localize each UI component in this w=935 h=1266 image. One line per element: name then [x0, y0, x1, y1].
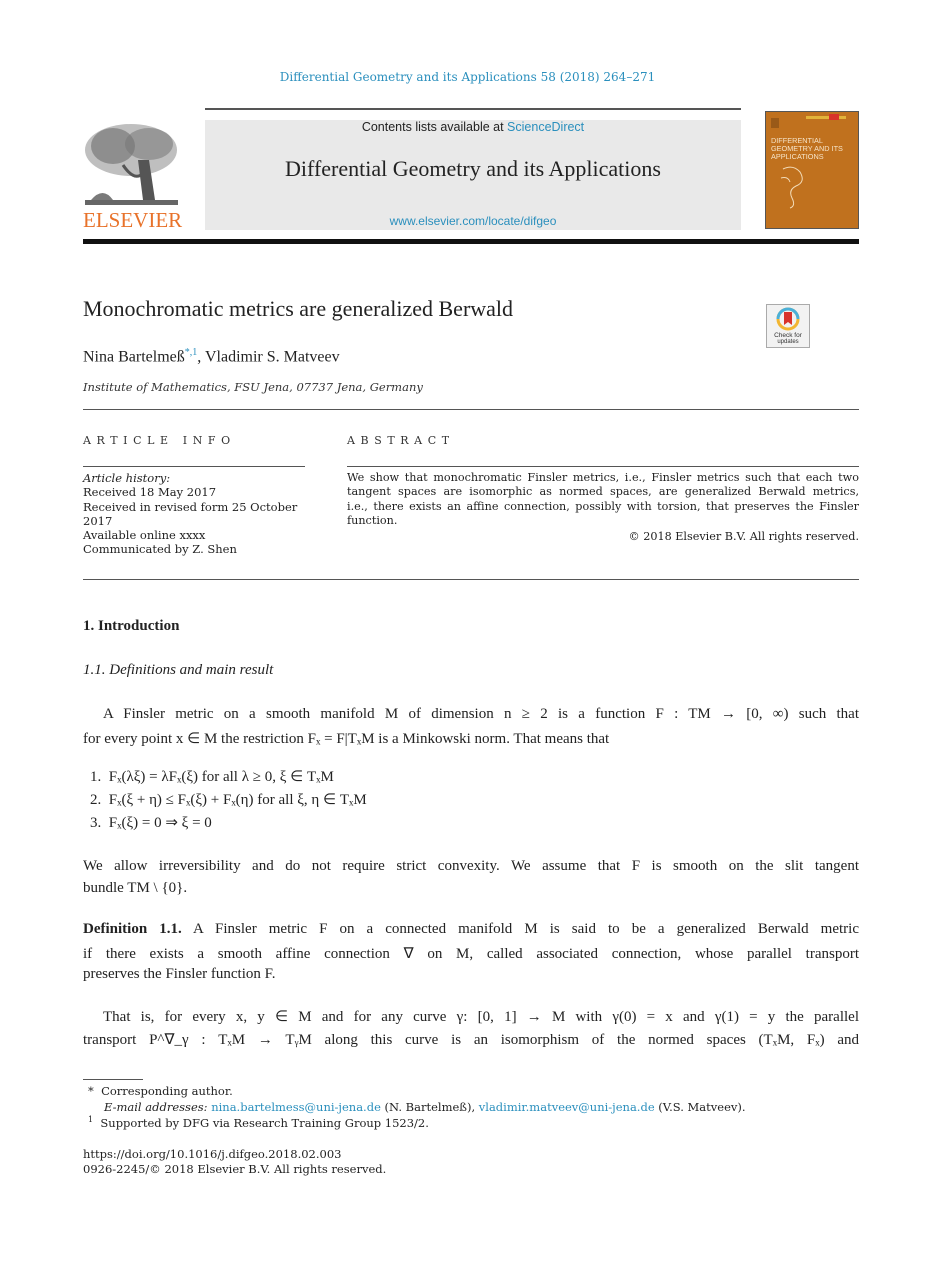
history-line: Received 18 May 2017 — [83, 485, 217, 500]
paragraph-line: A Finsler metric on a smooth manifold M … — [103, 706, 859, 722]
abstract-heading: ABSTRACT — [347, 434, 455, 447]
abstract-line: function. — [347, 513, 398, 527]
history-line: Received in revised form 25 October — [83, 499, 298, 514]
list-number: 3. — [90, 815, 102, 831]
article-info-rule — [83, 466, 305, 467]
list-text: Fₓ(ξ + η) ≤ Fₓ(ξ) + Fₓ(η) for all ξ, η ∈… — [108, 792, 367, 808]
abstract-text: We show that monochromatic Finsler metri… — [347, 471, 859, 544]
footnote-funding: 1 Supported by DFG via Research Training… — [88, 1115, 429, 1130]
definition-line: if there exists a smooth affine connecti… — [83, 946, 859, 962]
author-name: Vladimir S. Matveev — [204, 348, 340, 366]
header-thick-rule — [83, 239, 859, 244]
contents-line: Contents lists available at ScienceDirec… — [205, 120, 741, 134]
footnote-emails: E-mail addresses: nina.bartelmess@uni-je… — [104, 1100, 746, 1114]
paragraph-line: bundle TM \ {0}. — [83, 880, 188, 896]
abstract-line: We show that monochromatic Finsler metri… — [347, 471, 859, 484]
journal-url-link[interactable]: www.elsevier.com/locate/difgeo — [205, 214, 741, 228]
abstract-copyright: © 2018 Elsevier B.V. All rights reserved… — [628, 530, 859, 544]
cover-logo-icon — [771, 118, 779, 128]
definition-line: Definition 1.1. A Finsler metric F on a … — [83, 921, 859, 938]
article-history: Article history: Received 18 May 2017 Re… — [83, 471, 313, 557]
issn-copyright: 0926-2245/© 2018 Elsevier B.V. All right… — [83, 1162, 387, 1176]
abstract-bottom-rule — [83, 579, 859, 580]
paragraph-line: transport P^∇_γ : TₓM → TᵧM along this c… — [83, 1032, 859, 1048]
affiliation: Institute of Mathematics, FSU Jena, 0773… — [83, 380, 423, 394]
email-owner: (N. Bartelmeß), — [380, 1100, 479, 1114]
definition-line: preserves the Finsler function F. — [83, 966, 276, 982]
definition-label: Definition 1.1. — [83, 921, 182, 937]
section-heading: 1. Introduction — [83, 618, 180, 634]
crossmark-icon: Check for updates — [774, 307, 803, 345]
article-title: Monochromatic metrics are generalized Be… — [83, 296, 514, 321]
journal-cover-image[interactable]: DIFFERENTIAL GEOMETRY AND ITS APPLICATIO… — [765, 111, 859, 229]
author-separator: , — [197, 348, 205, 366]
paragraph-line: We allow irreversibility and do not requ… — [83, 858, 859, 874]
list-number: 1. — [90, 769, 102, 785]
journal-title: Differential Geometry and its Applicatio… — [285, 156, 661, 181]
footnote-corresponding: * Corresponding author. — [88, 1084, 233, 1098]
email-owner: (V.S. Matveev). — [654, 1100, 746, 1114]
email-link[interactable]: nina.bartelmess@uni-jena.de — [211, 1100, 381, 1114]
check-for-updates-button[interactable]: Check for updates — [766, 304, 810, 348]
history-line: Available online xxxx — [83, 528, 206, 543]
contents-prefix: Contents lists available at — [361, 120, 508, 134]
article-history-label: Article history: — [83, 471, 171, 485]
footnote-mark: 1 — [88, 1115, 94, 1124]
cover-stripe — [806, 116, 846, 119]
crossmark-label-2: updates — [777, 339, 798, 345]
history-line: Communicated by Z. Shen — [83, 542, 237, 557]
cover-figure-icon — [780, 166, 803, 209]
email-link[interactable]: vladimir.matveev@uni-jena.de — [479, 1100, 655, 1114]
footnote-text: Corresponding author. — [101, 1084, 233, 1098]
email-label: E-mail addresses: — [104, 1100, 208, 1114]
list-text: Fₓ(ξ) = 0 ⇒ ξ = 0 — [108, 815, 212, 831]
author-footnote-marks[interactable]: *,1 — [185, 347, 198, 358]
crossmark-label-1: Check for — [774, 332, 803, 339]
history-line: 2017 — [83, 513, 113, 528]
elsevier-logo-text: ELSEVIER — [83, 208, 183, 232]
list-item: 1. Fₓ(λξ) = λFₓ(ξ) for all λ ≥ 0, ξ ∈ Tₓ… — [90, 767, 334, 786]
sciencedirect-link[interactable]: ScienceDirect — [507, 120, 584, 134]
footnote-text: Supported by DFG via Research Training G… — [100, 1115, 429, 1130]
list-item: 3. Fₓ(ξ) = 0 ⇒ ξ = 0 — [90, 813, 212, 832]
cover-red-mark — [829, 114, 839, 120]
header-top-rule — [205, 108, 741, 110]
list-text: Fₓ(λξ) = λFₓ(ξ) for all λ ≥ 0, ξ ∈ TₓM — [108, 769, 334, 785]
elsevier-tree-logo-icon — [83, 120, 180, 208]
paragraph-line: That is, for every x, y ∈ M and for any … — [103, 1009, 859, 1025]
abstract-line: i.e., there exists an affine connection,… — [347, 499, 859, 513]
subsection-heading: 1.1. Definitions and main result — [83, 662, 274, 678]
journal-reference-link[interactable]: Differential Geometry and its Applicatio… — [0, 70, 935, 84]
footnote-rule — [83, 1079, 143, 1080]
abstract-line: tangent spaces are isomorphic as normed … — [347, 485, 859, 499]
definition-text: A Finsler metric F on a connected manifo… — [181, 921, 859, 937]
author-name: Nina Bartelmeß — [83, 348, 185, 366]
abstract-rule — [347, 466, 859, 467]
footnote-mark: * — [88, 1084, 94, 1098]
cover-title: DIFFERENTIAL GEOMETRY AND ITS APPLICATIO… — [771, 136, 843, 161]
author-list: Nina Bartelmeß*,1, Vladimir S. Matveev — [83, 347, 340, 366]
title-rule — [83, 409, 859, 410]
list-item: 2. Fₓ(ξ + η) ≤ Fₓ(ξ) + Fₓ(η) for all ξ, … — [90, 790, 367, 809]
article-info-heading: ARTICLE INFO — [83, 434, 236, 447]
doi-link[interactable]: https://doi.org/10.1016/j.difgeo.2018.02… — [83, 1147, 341, 1161]
paragraph-line: for every point x ∈ M the restriction Fₓ… — [83, 731, 610, 747]
list-number: 2. — [90, 792, 102, 808]
